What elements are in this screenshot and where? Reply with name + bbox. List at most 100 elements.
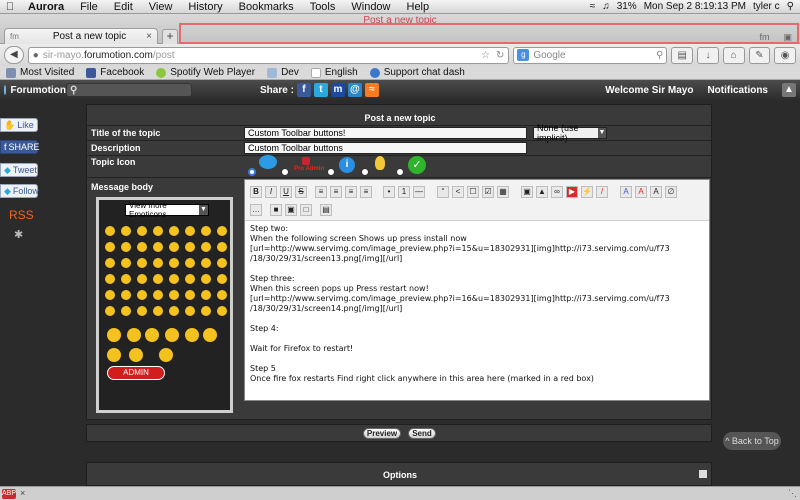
message-textarea[interactable]: Step two: When the following screen Show… <box>250 224 705 398</box>
forum-search-input[interactable]: ⚲ <box>66 83 192 97</box>
description-input[interactable]: Custom Toolbar buttons <box>244 142 527 154</box>
emoticon-icon[interactable] <box>105 274 115 284</box>
emoticon-icon[interactable] <box>137 290 147 300</box>
topic-icon-radio-3[interactable] <box>327 168 335 176</box>
emoticon-icon[interactable] <box>121 226 131 236</box>
emoticon-icon[interactable] <box>201 306 211 316</box>
home-button[interactable]: ⌂ <box>722 46 745 64</box>
wikipedia-button[interactable]: / <box>596 186 608 198</box>
adblock-icon[interactable]: ABP <box>2 489 16 499</box>
emoticon-icon[interactable] <box>217 290 227 300</box>
emoticon-icon[interactable] <box>137 242 147 252</box>
back-to-top-button[interactable]: ^ Back to Top <box>723 432 781 450</box>
menu-history[interactable]: History <box>180 1 230 13</box>
search-icon[interactable]: ⚲ <box>656 50 663 61</box>
follow-button[interactable]: ◆ Follow <box>0 184 39 198</box>
preview-toggle-button[interactable]: ▣ <box>285 204 297 216</box>
emoticon-icon[interactable] <box>105 226 115 236</box>
bookmark-dev[interactable]: Dev <box>267 67 299 78</box>
apple-icon[interactable]:  <box>0 1 20 13</box>
justify-button[interactable]: ≡ <box>360 186 372 198</box>
topic-icon-radio-1[interactable] <box>248 168 256 176</box>
emoticon-icon[interactable] <box>153 258 163 268</box>
bookmarks-menu-button[interactable]: ▤ <box>671 46 694 64</box>
menu-view[interactable]: View <box>141 1 181 13</box>
emoticon-icon[interactable] <box>169 242 179 252</box>
emoticon-icon[interactable] <box>159 348 173 362</box>
tab-post-new-topic[interactable]: fm Post a new topic × <box>4 28 158 44</box>
rss-share-icon[interactable]: ≈ <box>364 83 379 97</box>
menu-help[interactable]: Help <box>399 1 438 13</box>
align-center-button[interactable]: ≡ <box>330 186 342 198</box>
emoticon-icon[interactable] <box>121 274 131 284</box>
topic-icon-radio-2[interactable] <box>281 168 289 176</box>
emoticon-icon[interactable] <box>217 274 227 284</box>
remove-format-button[interactable]: ∅ <box>665 186 677 198</box>
facebook-share-button[interactable]: f SHARE <box>0 140 40 154</box>
emoticon-icon[interactable] <box>153 306 163 316</box>
code-button[interactable]: < <box>452 186 464 198</box>
welcome-text[interactable]: Welcome Sir Mayo <box>605 85 693 96</box>
emoticon-icon[interactable] <box>145 328 159 342</box>
emoticon-icon[interactable] <box>203 328 217 342</box>
twitter-share-icon[interactable]: t <box>313 83 328 97</box>
emoticon-icon[interactable] <box>185 242 195 252</box>
font-color-button[interactable]: A <box>620 186 632 198</box>
menu-edit[interactable]: Edit <box>106 1 141 13</box>
emoticon-icon[interactable] <box>201 242 211 252</box>
spoiler-button[interactable]: ☐ <box>467 186 479 198</box>
strikethrough-button[interactable]: S <box>295 186 307 198</box>
reload-icon[interactable]: ↻ <box>496 50 504 61</box>
clock-text[interactable]: Mon Sep 2 8:19:13 PM <box>644 1 746 12</box>
google-icon[interactable]: g <box>517 49 530 61</box>
emoticon-icon[interactable] <box>217 242 227 252</box>
italic-button[interactable]: I <box>265 186 277 198</box>
emoticon-icon[interactable] <box>121 290 131 300</box>
url-bar[interactable]: ● sir-mayo.forumotion.com/post ☆ ↻ <box>27 46 510 64</box>
emoticon-icon[interactable] <box>137 306 147 316</box>
myspace-share-icon[interactable]: m <box>330 83 345 97</box>
view-more-emoticons-select[interactable]: View more Emoticons ▼ <box>125 201 209 219</box>
gear-icon[interactable]: ✱ <box>14 228 23 241</box>
hide-button[interactable]: ☑ <box>482 186 494 198</box>
emoticon-icon[interactable] <box>217 226 227 236</box>
back-button[interactable]: ◀ <box>4 46 24 64</box>
emoticon-icon[interactable] <box>201 290 211 300</box>
bookmark-support-chat[interactable]: Support chat dash <box>369 67 465 78</box>
wifi-icon[interactable]: ≈ <box>590 1 596 12</box>
menu-app-name[interactable]: Aurora <box>20 1 72 13</box>
horizontal-rule-button[interactable]: — <box>413 186 425 198</box>
preview-button[interactable]: Preview <box>363 428 401 439</box>
send-button[interactable]: Send <box>408 428 436 439</box>
copy-button[interactable]: □ <box>300 204 312 216</box>
font-size-button[interactable]: A <box>635 186 647 198</box>
emoticon-icon[interactable] <box>121 306 131 316</box>
emoticon-icon[interactable] <box>201 258 211 268</box>
emoticon-icon[interactable] <box>185 274 195 284</box>
downloads-button[interactable]: ↓ <box>697 46 719 64</box>
tweet-button[interactable]: ◆ Tweet <box>0 163 38 177</box>
quote-button[interactable]: “ <box>437 186 449 198</box>
emoticon-icon[interactable] <box>105 258 115 268</box>
emoticon-icon[interactable] <box>137 274 147 284</box>
forumotion-logo[interactable]: Forumotion <box>0 85 66 96</box>
emoticon-icon[interactable] <box>121 258 131 268</box>
source-mode-button[interactable]: ▤ <box>320 204 332 216</box>
extension-button[interactable]: ◉ <box>774 46 797 64</box>
emoticon-icon[interactable] <box>121 242 131 252</box>
underline-button[interactable]: U <box>280 186 292 198</box>
align-left-button[interactable]: ≡ <box>315 186 327 198</box>
menu-window[interactable]: Window <box>343 1 398 13</box>
volume-icon[interactable]: ♫ <box>602 1 610 12</box>
menu-tools[interactable]: Tools <box>302 1 344 13</box>
date-button[interactable]: ■ <box>270 204 282 216</box>
rss-link[interactable]: RSS <box>9 208 34 222</box>
emoticon-icon[interactable] <box>137 226 147 236</box>
bold-button[interactable]: B <box>250 186 262 198</box>
image-button[interactable]: ▣ <box>521 186 533 198</box>
emoticon-icon[interactable] <box>217 258 227 268</box>
topic-icon-radio-5[interactable] <box>396 168 404 176</box>
search-bar[interactable]: g Google ⚲ <box>513 46 668 64</box>
bookmark-spotify[interactable]: Spotify Web Player <box>156 67 255 78</box>
emoticon-icon[interactable] <box>217 306 227 316</box>
